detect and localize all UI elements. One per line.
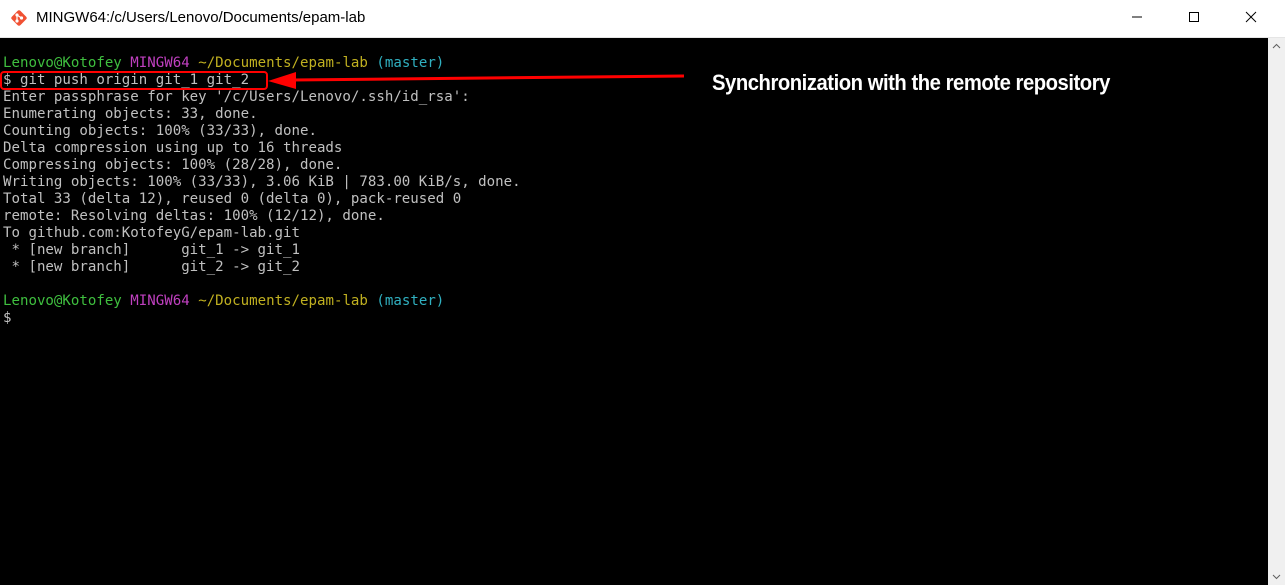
close-icon xyxy=(1245,10,1257,28)
annotation-arrow-icon xyxy=(268,72,685,89)
git-icon xyxy=(10,9,28,27)
git-bash-window: MINGW64:/c/Users/Lenovo/Documents/epam-l… xyxy=(0,0,1285,585)
prompt-branch: (master) xyxy=(376,55,445,71)
command-highlight-box xyxy=(0,71,268,90)
prompt-path: ~/Documents/epam-lab xyxy=(198,55,368,71)
output-line: * [new branch] git_1 -> git_1 xyxy=(3,242,300,258)
output-line: Enumerating objects: 33, done. xyxy=(3,106,258,122)
output-line: Total 33 (delta 12), reused 0 (delta 0),… xyxy=(3,191,462,207)
maximize-icon xyxy=(1188,10,1200,28)
title-bar[interactable]: MINGW64:/c/Users/Lenovo/Documents/epam-l… xyxy=(0,0,1285,38)
annotation-label: Synchronization with the remote reposito… xyxy=(712,70,1110,95)
prompt-line: Lenovo@Kotofey MINGW64 ~/Documents/epam-… xyxy=(3,55,444,72)
minimize-button[interactable] xyxy=(1114,0,1160,37)
output-line: Writing objects: 100% (33/33), 3.06 KiB … xyxy=(3,174,521,190)
prompt-branch: (master) xyxy=(376,293,445,309)
scroll-down-icon[interactable] xyxy=(1268,568,1285,585)
vertical-scrollbar[interactable] xyxy=(1268,38,1285,585)
prompt-line: Lenovo@Kotofey MINGW64 ~/Documents/epam-… xyxy=(3,293,444,310)
output-line: Compressing objects: 100% (28/28), done. xyxy=(3,157,343,173)
prompt-user: Lenovo@Kotofey xyxy=(3,55,122,71)
prompt-system: MINGW64 xyxy=(130,55,190,71)
prompt-path: ~/Documents/epam-lab xyxy=(198,293,368,309)
prompt-system: MINGW64 xyxy=(130,293,190,309)
scroll-track[interactable] xyxy=(1268,55,1285,568)
minimize-icon xyxy=(1131,10,1143,28)
output-line: * [new branch] git_2 -> git_2 xyxy=(3,259,300,275)
cursor-prompt[interactable]: $ xyxy=(3,310,12,327)
output-line: Counting objects: 100% (33/33), done. xyxy=(3,123,317,139)
output-line: Delta compression using up to 16 threads xyxy=(3,140,343,156)
window-title: MINGW64:/c/Users/Lenovo/Documents/epam-l… xyxy=(36,9,366,26)
close-button[interactable] xyxy=(1228,0,1274,37)
scroll-up-icon[interactable] xyxy=(1268,38,1285,55)
prompt-user: Lenovo@Kotofey xyxy=(3,293,122,309)
maximize-button[interactable] xyxy=(1171,0,1217,37)
output-line: remote: Resolving deltas: 100% (12/12), … xyxy=(3,208,385,224)
output-line: To github.com:KotofeyG/epam-lab.git xyxy=(3,225,300,241)
